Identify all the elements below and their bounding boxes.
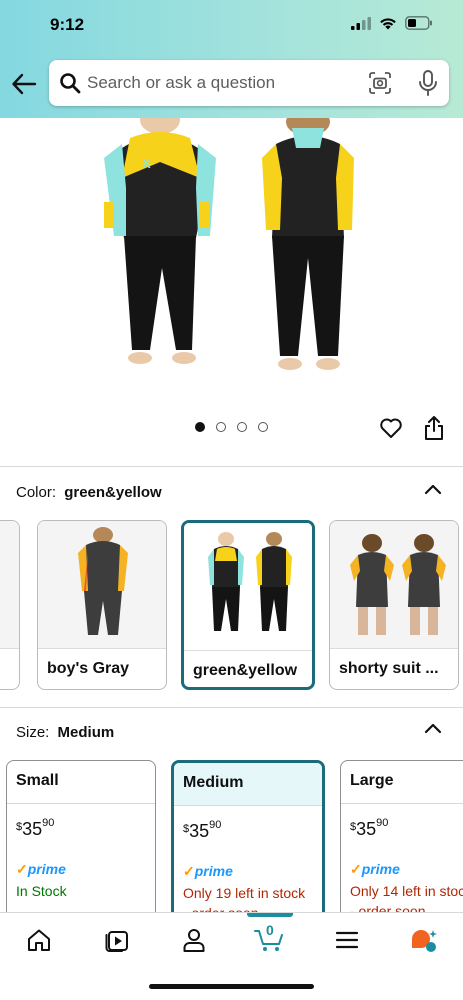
size-option-name: Medium — [174, 763, 322, 806]
size-option-small[interactable]: Small $3590 ✓prime In Stock — [6, 760, 156, 917]
heart-icon[interactable] — [378, 415, 404, 441]
color-section-label: Color: green&yellow — [16, 484, 162, 501]
cart-count: 0 — [266, 922, 274, 938]
video-icon[interactable] — [104, 927, 130, 953]
share-icon[interactable] — [422, 414, 446, 442]
color-option-label: shorty suit ... — [339, 660, 439, 677]
size-option-name: Large — [341, 761, 463, 804]
color-option-image — [0, 521, 19, 649]
size-option-price: $3590 — [16, 817, 55, 839]
rufus-icon[interactable] — [410, 927, 438, 953]
search-bar[interactable] — [49, 60, 449, 106]
carousel-dot[interactable] — [195, 422, 205, 432]
size-option-name: Small — [7, 761, 155, 804]
home-icon[interactable] — [26, 927, 52, 953]
color-option-label: green&yellow — [193, 662, 298, 679]
prime-badge: ✓prime — [183, 863, 233, 879]
back-view-figure — [262, 118, 354, 370]
color-option-image — [330, 521, 458, 649]
wetsuit-photo: X — [104, 118, 354, 370]
color-option-image — [184, 523, 312, 651]
search-input[interactable] — [87, 68, 357, 98]
color-option-label: boy's Gray — [47, 660, 130, 677]
color-label: Color: — [16, 484, 57, 501]
account-icon[interactable] — [181, 927, 207, 953]
prime-badge: ✓prime — [350, 861, 400, 877]
carousel-dot[interactable] — [216, 422, 226, 432]
size-option-price: $3590 — [350, 817, 389, 839]
microphone-icon[interactable] — [415, 69, 441, 97]
size-option-medium[interactable]: Medium $3590 ✓prime Only 19 left in stoc… — [171, 760, 325, 917]
menu-icon[interactable] — [334, 927, 360, 953]
carousel-dot[interactable] — [237, 422, 247, 432]
color-option-green-yellow[interactable]: green&yellow — [181, 520, 315, 690]
carousel-dot[interactable] — [258, 422, 268, 432]
color-option-shorty-suit[interactable]: shorty suit ... — [329, 520, 459, 690]
svg-text:X: X — [142, 156, 151, 171]
divider — [0, 707, 463, 708]
status-time: 9:12 — [50, 15, 85, 34]
color-option-partial[interactable] — [0, 520, 20, 690]
camera-lens-icon[interactable] — [367, 70, 393, 96]
size-option-price: $3590 — [183, 819, 222, 841]
prime-badge: ✓prime — [16, 861, 66, 877]
home-indicator — [149, 984, 314, 989]
divider — [0, 466, 463, 467]
active-tab-indicator — [247, 913, 293, 917]
size-option-large[interactable]: Large $3590 ✓prime Only 14 left in stock… — [340, 760, 463, 917]
chevron-up-icon[interactable] — [424, 722, 442, 734]
color-options-row: boy's Gray green&yellow shorty suit ... — [0, 517, 463, 693]
search-icon — [60, 73, 81, 94]
stock-status: Only 19 left in stock — [183, 885, 306, 901]
status-icons — [351, 16, 433, 30]
size-section-label: Size: Medium — [16, 724, 114, 741]
back-arrow-icon[interactable] — [10, 70, 38, 98]
size-label: Size: — [16, 724, 50, 741]
app-header: 9:12 — [0, 0, 463, 118]
color-selected-value: green&yellow — [64, 484, 162, 501]
size-selected-value: Medium — [57, 724, 115, 741]
front-view-figure: X — [104, 118, 216, 364]
color-option-boys-gray[interactable]: boy's Gray — [37, 520, 167, 690]
battery-icon — [405, 16, 432, 30]
size-options-row: Small $3590 ✓prime In Stock Medium $3590… — [0, 757, 463, 917]
product-image[interactable]: X — [0, 118, 463, 390]
stock-status: In Stock — [16, 883, 67, 899]
cellular-signal-icon — [351, 16, 371, 30]
chevron-up-icon[interactable] — [424, 483, 442, 495]
stock-status: Only 14 left in stock — [350, 883, 463, 899]
wifi-icon — [380, 17, 396, 29]
color-option-image — [38, 521, 166, 649]
